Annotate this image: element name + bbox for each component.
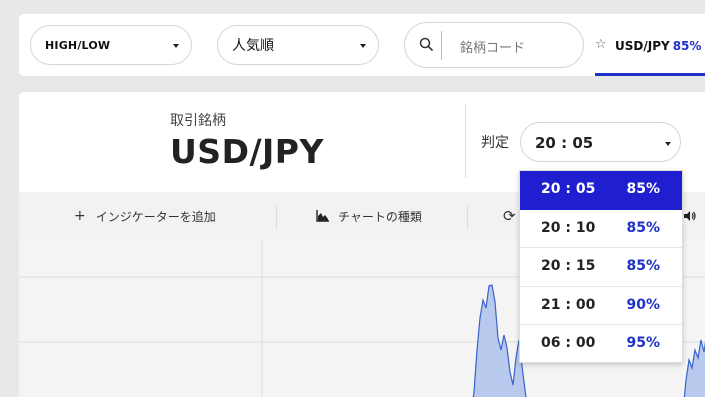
- expiry-option-payout: 85%: [626, 219, 660, 236]
- chart-type-button[interactable]: チャートの種類: [316, 192, 422, 240]
- expiry-option-payout: 85%: [626, 258, 660, 275]
- expiry-label: 判定: [481, 135, 509, 151]
- star-icon[interactable]: ☆: [595, 37, 607, 52]
- expiry-dropdown: 20 : 05 85% 20 : 10 85% 20 : 15 85% 21 :…: [519, 170, 683, 363]
- expiry-option-time: 20 : 10: [541, 219, 596, 236]
- expiry-option[interactable]: 21 : 00 90%: [520, 287, 682, 326]
- active-tab-indicator: [595, 73, 705, 76]
- expiry-option-payout: 95%: [626, 335, 660, 352]
- asset-label: 取引銘柄: [170, 113, 226, 129]
- search-divider: [441, 31, 442, 60]
- toolbar-divider: [276, 204, 277, 230]
- divider: [465, 104, 466, 178]
- plus-icon: +: [74, 208, 86, 224]
- chevron-down-icon: [665, 142, 671, 146]
- expiry-option[interactable]: 20 : 10 85%: [520, 210, 682, 249]
- expiry-option[interactable]: 06 : 00 95%: [520, 325, 682, 364]
- expiry-option-time: 20 : 05: [541, 181, 596, 197]
- top-bar: HIGH/LOW 人気順 銘柄コード ☆ USD/JPY 85%: [19, 14, 705, 76]
- toolbar-divider: [467, 204, 468, 230]
- refresh-icon[interactable]: ⟳: [503, 192, 516, 240]
- add-indicator-label: インジケーターを追加: [95, 209, 216, 224]
- chart-type-icon: [316, 210, 329, 222]
- search-placeholder: 銘柄コード: [460, 41, 526, 56]
- sort-select[interactable]: 人気順: [217, 25, 379, 65]
- search-icon: [419, 37, 433, 51]
- chart-type-label: チャートの種類: [338, 209, 422, 224]
- expiry-option-time: 20 : 15: [541, 258, 596, 275]
- favorite-pair-label: USD/JPY: [615, 39, 670, 53]
- chevron-down-icon: [173, 44, 179, 48]
- expiry-option[interactable]: 20 : 15 85%: [520, 248, 682, 287]
- sound-icon[interactable]: [683, 192, 697, 240]
- favorite-payout: 85%: [672, 39, 702, 53]
- option-type-value: HIGH/LOW: [45, 38, 111, 52]
- expiry-option[interactable]: 20 : 05 85%: [520, 171, 682, 210]
- add-indicator-button[interactable]: + インジケーターを追加: [74, 192, 216, 240]
- option-type-select[interactable]: HIGH/LOW: [30, 25, 192, 65]
- favorite-pair: USD/JPY 85%: [615, 39, 701, 53]
- expiry-option-payout: 85%: [626, 181, 660, 197]
- expiry-value: 20 : 05: [535, 134, 594, 152]
- asset-pair: USD/JPY: [170, 132, 324, 171]
- expiry-option-time: 06 : 00: [541, 335, 596, 352]
- sort-value: 人気順: [232, 38, 274, 54]
- favorite-tab-usdjpy[interactable]: ☆ USD/JPY 85%: [595, 14, 705, 76]
- chevron-down-icon: [360, 44, 366, 48]
- expiry-option-time: 21 : 00: [541, 296, 596, 313]
- search-input[interactable]: 銘柄コード: [404, 22, 584, 68]
- expiry-select[interactable]: 20 : 05: [520, 122, 681, 162]
- expiry-option-payout: 90%: [626, 296, 660, 313]
